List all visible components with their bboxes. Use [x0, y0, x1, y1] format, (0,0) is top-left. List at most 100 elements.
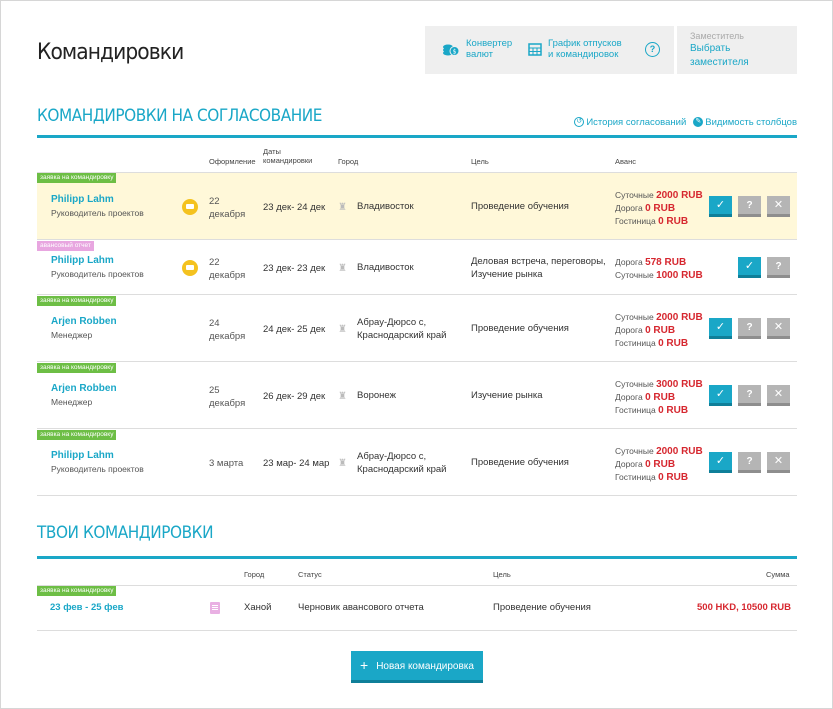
row-tag: заявка на командировку — [37, 173, 117, 183]
approve-button[interactable]: ✓ — [709, 318, 732, 339]
query-button[interactable]: ? — [738, 195, 761, 217]
query-button[interactable]: ? — [738, 385, 761, 406]
advance-label: Дорога — [615, 459, 643, 469]
employee-name-link[interactable]: Arjen Robben — [51, 383, 117, 394]
advance-value: 3000 RUB — [656, 379, 703, 390]
query-button[interactable]: ? — [738, 318, 761, 339]
approval-row[interactable]: заявка на командировку Arjen Robben Менедж… — [37, 363, 797, 429]
registration-date: 24 декабря — [209, 317, 245, 343]
trip-dates: 23 мар- 24 мар — [263, 458, 330, 469]
trip-city-line1: Абрау-Дюрсо с, — [357, 451, 427, 462]
comment-icon[interactable] — [182, 260, 198, 276]
check-icon: ✓ — [715, 455, 726, 467]
header-dates: Даты командировки — [263, 147, 312, 165]
approval-history-link[interactable]: ↺ История согласований — [574, 117, 686, 128]
my-trip-status: Черновик авансового отчета — [298, 602, 424, 613]
advance-value: 1000 RUB — [656, 270, 703, 281]
approval-row[interactable]: заявка на командировку Arjen Robben Менедж… — [37, 296, 797, 362]
question-icon: ? — [746, 199, 753, 211]
my-trip-dates[interactable]: 23 фев - 25 фев — [50, 601, 123, 614]
advance-item: Гостиница 0 RUB — [615, 215, 703, 228]
check-icon: ✓ — [715, 198, 726, 211]
registration-date: 3 марта — [209, 458, 244, 469]
my-trip-sum: 500 HKD, 10500 RUB — [697, 602, 791, 613]
advance-value: 0 RUB — [658, 405, 689, 416]
page-title: Командировки — [37, 40, 184, 65]
advance-label: Суточные — [615, 379, 654, 389]
calendar-grid-icon — [528, 43, 542, 56]
approve-button[interactable]: ✓ — [709, 385, 732, 406]
approval-section-divider — [37, 135, 797, 138]
vacation-schedule-link[interactable]: График отпусков и командировок — [528, 38, 622, 60]
my-trip-row[interactable]: заявка на командировку 23 фев - 25 фев Х… — [37, 586, 797, 631]
column-visibility-link[interactable]: ✎ Видимость столбцов — [693, 117, 797, 128]
header-city: Город — [338, 157, 359, 166]
reject-button[interactable]: ✕ — [767, 385, 790, 406]
help-icon[interactable]: ? — [645, 42, 660, 57]
comment-icon[interactable] — [182, 198, 198, 215]
my-header-goal: Цель — [493, 570, 511, 579]
approve-button[interactable]: ✓ — [709, 452, 732, 473]
reject-button[interactable]: ✕ — [767, 452, 790, 473]
currency-converter-link[interactable]: $ Конвертер валют — [442, 38, 512, 60]
query-button[interactable]: ? — [767, 257, 790, 278]
approval-row[interactable]: заявка на командировку Philipp Lahm Руково… — [37, 173, 797, 240]
trip-goal: Проведение обучения — [471, 323, 569, 334]
advance-item: Гостиница 0 RUB — [615, 471, 703, 484]
reject-button[interactable]: ✕ — [767, 195, 790, 217]
advance-label: Дорога — [615, 325, 643, 335]
new-trip-button[interactable]: + Новая командировка — [351, 651, 483, 683]
advance-list: Суточные 2000 RUB Дорога 0 RUB Гостиница 0… — [615, 189, 703, 228]
row-tag: заявка на командировку — [37, 296, 117, 306]
advance-list: Суточные 3000 RUB Дорога 0 RUB Гостиница 0… — [615, 378, 703, 417]
approve-button[interactable]: ✓ — [738, 257, 761, 278]
advance-label: Дорога — [615, 257, 643, 267]
employee-name-link[interactable]: Arjen Robben — [51, 316, 117, 327]
registration-day: 25 — [209, 385, 220, 396]
plus-icon: + — [360, 657, 369, 673]
close-icon: ✕ — [773, 455, 784, 467]
approve-button[interactable]: ✓ — [709, 195, 732, 217]
svg-text:$: $ — [453, 49, 457, 56]
trip-city-line2: Краснодарский край — [357, 330, 447, 341]
employee-name-link[interactable]: Philipp Lahm — [51, 194, 114, 205]
registration-day: 22 — [209, 257, 220, 268]
my-trips-section-title: Твои командировки — [37, 523, 214, 543]
advance-item: Дорога 0 RUB — [615, 324, 703, 337]
advance-list: Суточные 2000 RUB Дорога 0 RUB Гостиница 0… — [615, 311, 703, 350]
question-icon: ? — [746, 389, 753, 400]
advance-label: Гостиница — [615, 338, 656, 348]
deputy-box: Заместитель Выбрать заместителя — [677, 26, 797, 74]
trip-goal-line2: Изучение рынка — [471, 269, 543, 280]
deputy-caption: Заместитель — [690, 31, 744, 41]
close-icon: ✕ — [773, 388, 784, 400]
check-icon: ✓ — [715, 388, 726, 400]
advance-item: Дорога 578 RUB — [615, 256, 703, 269]
advance-item: Дорога 0 RUB — [615, 202, 703, 215]
my-header-sum: Сумма — [766, 570, 790, 579]
employee-name-link[interactable]: Philipp Lahm — [51, 255, 114, 266]
advance-item: Дорога 0 RUB — [615, 391, 703, 404]
advance-value: 0 RUB — [658, 472, 689, 483]
trip-city: Абрау-Дюрсо с, Краснодарский край — [357, 450, 446, 476]
approval-row[interactable]: авансовый отчет Philipp Lahm Руководитель … — [37, 241, 797, 295]
employee-name-link[interactable]: Philipp Lahm — [51, 450, 114, 461]
my-trip-city: Ханой — [244, 602, 272, 613]
reject-button[interactable]: ✕ — [767, 318, 790, 339]
header-registration: Оформление — [209, 157, 256, 166]
employee-role: Руководитель проектов — [51, 269, 144, 279]
row-tag: авансовый отчет — [37, 241, 94, 251]
registration-month: декабря — [209, 270, 246, 281]
choose-deputy-link[interactable]: Выбрать заместителя — [690, 42, 784, 70]
advance-label: Суточные — [615, 189, 654, 200]
advance-value: 0 RUB — [645, 202, 676, 214]
approval-links: ↺ История согласований ✎ Видимость столбцо… — [574, 117, 797, 128]
close-icon: ✕ — [773, 198, 784, 211]
query-button[interactable]: ? — [738, 452, 761, 473]
close-icon: ✕ — [773, 321, 784, 333]
approval-section-title: Командировки на согласование — [37, 106, 322, 126]
advance-item: Суточные 1000 RUB — [615, 269, 703, 282]
approval-row[interactable]: заявка на командировку Philipp Lahm Руково… — [37, 430, 797, 496]
question-icon: ? — [746, 456, 753, 467]
registration-day: 24 — [209, 318, 220, 329]
